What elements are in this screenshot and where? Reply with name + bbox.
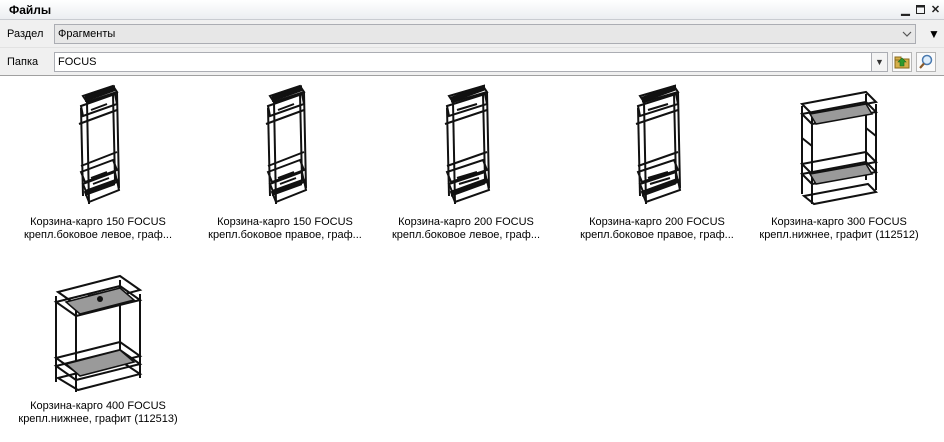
- file-tile[interactable]: Корзина-карго 150 FOCUS крепл.боковое пр…: [198, 82, 372, 242]
- file-name-line1: Корзина-карго 150 FOCUS: [30, 216, 166, 228]
- file-name-line1: Корзина-карго 300 FOCUS: [771, 216, 907, 228]
- file-tile[interactable]: Корзина-карго 300 FOCUS крепл.нижнее, гр…: [752, 82, 926, 242]
- folder-value: FOCUS: [58, 55, 97, 68]
- file-name-line1: Корзина-карго 400 FOCUS: [30, 400, 166, 412]
- panel-titlebar: Файлы ▁ ✕: [0, 0, 944, 20]
- file-name-line2: крепл.боковое левое, граф...: [23, 229, 173, 241]
- chevron-down-icon[interactable]: [899, 25, 915, 43]
- file-name-line2: крепл.нижнее, графит (112512): [759, 229, 919, 241]
- file-name-line1: Корзина-карго 150 FOCUS: [217, 216, 353, 228]
- file-grid: Корзина-карго 150 FOCUS крепл.боковое ле…: [4, 76, 944, 442]
- file-tile[interactable]: Корзина-карго 200 FOCUS крепл.боковое ле…: [379, 82, 553, 242]
- folder-row: Папка FOCUS ▼: [0, 48, 944, 76]
- file-tile[interactable]: Корзина-карго 150 FOCUS крепл.боковое ле…: [11, 82, 185, 242]
- section-label: Раздел: [7, 27, 44, 40]
- cargo-basket-narrow-thumbnail: [265, 84, 308, 205]
- file-name-line1: Корзина-карго 200 FOCUS: [398, 216, 534, 228]
- panel-title: Файлы: [9, 2, 52, 17]
- search-icon: [919, 54, 933, 69]
- file-name-line2: крепл.нижнее, графит (112513): [18, 413, 178, 425]
- maximize-icon[interactable]: [914, 3, 927, 16]
- file-name-line2: крепл.боковое правое, граф...: [580, 229, 734, 241]
- file-tile[interactable]: Корзина-карго 200 FOCUS крепл.боковое пр…: [570, 82, 744, 242]
- cargo-basket-narrow-thumbnail: [78, 84, 121, 205]
- file-name-line1: Корзина-карго 200 FOCUS: [589, 216, 725, 228]
- close-icon[interactable]: ✕: [929, 3, 942, 16]
- folder-up-button[interactable]: [892, 51, 912, 72]
- search-button[interactable]: [916, 51, 936, 72]
- folder-select[interactable]: FOCUS ▼: [54, 51, 888, 72]
- cargo-basket-narrow-thumbnail: [444, 84, 491, 205]
- folder-label: Папка: [7, 55, 39, 68]
- section-row: Раздел Фрагменты ▼: [0, 20, 944, 48]
- file-name-line2: крепл.боковое правое, граф...: [208, 229, 362, 241]
- section-select[interactable]: Фрагменты: [54, 23, 916, 44]
- cargo-basket-wide-thumbnail: [53, 274, 143, 392]
- dropdown-arrow-icon[interactable]: ▼: [871, 52, 887, 71]
- folder-up-icon: [894, 56, 910, 68]
- file-name-line2: крепл.боковое левое, граф...: [391, 229, 541, 241]
- panel-menu-dropdown-icon[interactable]: ▼: [924, 24, 944, 44]
- file-tile[interactable]: Корзина-карго 400 FOCUS крепл.нижнее, гр…: [11, 266, 185, 426]
- minimize-icon[interactable]: ▁: [899, 3, 912, 16]
- section-value: Фрагменты: [58, 27, 116, 40]
- cargo-basket-narrow-thumbnail: [635, 84, 682, 205]
- cargo-basket-wide-thumbnail: [799, 90, 879, 206]
